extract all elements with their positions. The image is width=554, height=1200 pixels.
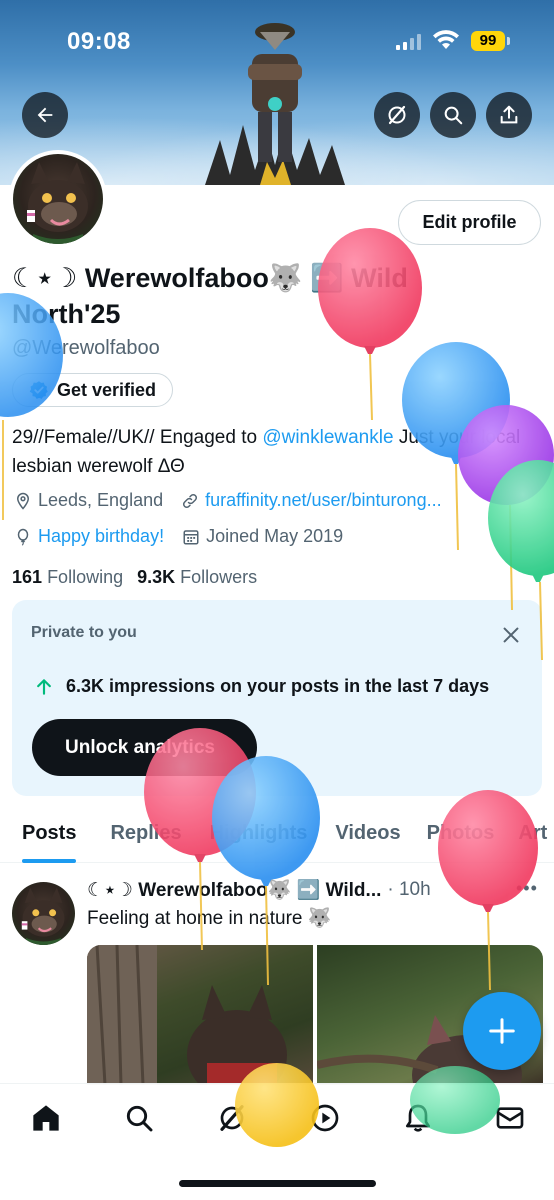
close-icon[interactable] [500, 624, 522, 646]
impressions-row: 6.3K impressions on your posts in the la… [34, 676, 489, 697]
post-text: Feeling at home in nature 🐺 [87, 908, 332, 929]
home-icon[interactable] [30, 1102, 62, 1134]
display-name: ☾⋆☽ Werewolfaboo🐺 ➡️ Wild North'25 [12, 263, 408, 329]
followers-label: Followers [180, 567, 258, 587]
wolf-avatar-art [21, 887, 65, 945]
home-indicator [179, 1180, 376, 1187]
avatar-image [13, 154, 103, 244]
wolf-avatar-art [27, 162, 88, 244]
get-verified-label: Get verified [57, 379, 157, 400]
profile-handle: @Werewolfaboo [12, 337, 160, 359]
birthday-text[interactable]: Happy birthday! [38, 526, 164, 547]
website-link[interactable]: furaffinity.net/user/binturong... [205, 490, 441, 511]
following-count: 161 [12, 567, 43, 587]
search-icon [444, 106, 463, 125]
share-icon [500, 105, 518, 124]
grok-icon[interactable] [216, 1102, 248, 1134]
profile-avatar[interactable] [9, 150, 107, 248]
tab-art[interactable]: Art [518, 805, 547, 863]
birthday-item[interactable]: Happy birthday! [14, 526, 164, 547]
tab-photos[interactable]: Photos [427, 805, 495, 863]
private-card-title: Private to you [31, 624, 137, 641]
website-item[interactable]: furaffinity.net/user/binturong... [181, 490, 442, 511]
impressions-text: 6.3K impressions on your posts in the la… [66, 676, 490, 696]
plus-icon [489, 1018, 515, 1044]
status-time: 09:08 [67, 28, 131, 55]
arrow-up-icon [37, 678, 51, 695]
grok-icon [388, 105, 406, 125]
joined-text: Joined May 2019 [206, 526, 344, 546]
search-button[interactable] [430, 92, 476, 138]
status-bar: 09:08 99 [0, 0, 554, 80]
unlock-analytics-button[interactable]: Unlock analytics [32, 719, 257, 776]
bell-icon[interactable] [402, 1102, 434, 1134]
mail-icon[interactable] [494, 1102, 526, 1134]
private-analytics-card: Private to you 6.3K impressions on your … [12, 600, 542, 796]
wifi-icon [433, 30, 459, 49]
profile-tabs: Posts Replies Highlights Videos Photos A… [0, 805, 554, 863]
battery-tip [507, 37, 510, 45]
tab-posts[interactable]: Posts [22, 805, 77, 863]
post-header: ☾⋆☽ Werewolfaboo🐺 ➡️ Wild... · 10h [87, 878, 431, 902]
profile-meta-row-1: Leeds, England furaffinity.net/user/bint… [14, 490, 460, 511]
get-verified-button[interactable]: Get verified [12, 373, 174, 407]
video-icon[interactable] [309, 1102, 341, 1134]
grok-button[interactable] [374, 92, 420, 138]
more-options-icon[interactable]: ••• [516, 878, 538, 899]
battery-indicator: 99 [471, 31, 505, 51]
tab-highlights[interactable]: Highlights [210, 805, 308, 863]
bio-mention-link[interactable]: @winklewankle [262, 427, 393, 448]
post-avatar[interactable] [12, 882, 75, 945]
following-label: Following [47, 567, 124, 587]
profile-bio: 29//Female//UK// Engaged to @winklewankl… [12, 423, 542, 481]
followers-link[interactable]: 9.3K Followers [137, 567, 257, 588]
tab-replies[interactable]: Replies [110, 805, 181, 863]
bio-prefix: 29//Female//UK// Engaged to [12, 427, 263, 448]
back-button[interactable] [22, 92, 68, 138]
following-link[interactable]: 161 Following [12, 567, 123, 588]
edit-profile-button[interactable]: Edit profile [398, 200, 541, 245]
follow-stats: 161 Following 9.3K Followers [12, 567, 257, 588]
signal-icon [396, 34, 421, 50]
arrow-left-icon [37, 107, 53, 123]
location-text: Leeds, England [38, 490, 164, 510]
post-author[interactable]: ☾⋆☽ Werewolfaboo🐺 ➡️ Wild... [87, 878, 381, 902]
post-time: · 10h [387, 879, 431, 900]
location-item: Leeds, England [14, 490, 163, 511]
profile-meta-row-2: Happy birthday! Joined May 2019 [14, 526, 361, 547]
media-photo-1 [87, 945, 287, 1085]
compose-button[interactable] [463, 992, 541, 1070]
verified-badge-icon [29, 381, 48, 399]
search-icon[interactable] [123, 1102, 155, 1134]
calendar-icon [183, 529, 199, 544]
tab-videos[interactable]: Videos [335, 805, 400, 863]
location-pin-icon [16, 492, 30, 510]
share-button[interactable] [486, 92, 532, 138]
post-media-1[interactable] [87, 945, 313, 1085]
balloon-icon [17, 528, 29, 546]
link-icon [183, 493, 198, 508]
joined-item: Joined May 2019 [182, 526, 343, 547]
followers-count: 9.3K [137, 567, 176, 587]
